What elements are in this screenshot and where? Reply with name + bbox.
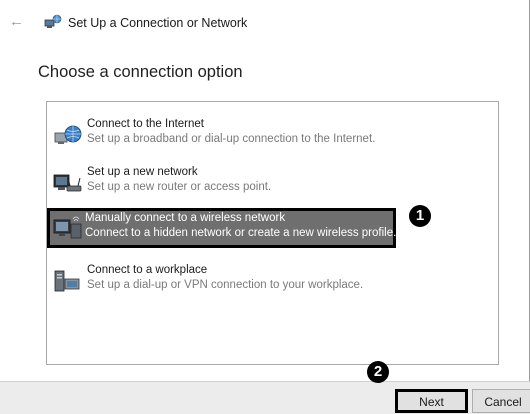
option-title: Manually connect to a wireless network xyxy=(85,212,286,224)
next-button[interactable]: Next xyxy=(395,389,468,413)
wireless-computer-icon xyxy=(53,216,82,239)
option-description: Connect to a hidden network or create a … xyxy=(85,227,397,239)
connection-options-list: Connect to the Internet Set up a broadba… xyxy=(46,101,499,365)
option-description: Set up a new router or access point. xyxy=(87,181,272,193)
option-title: Connect to the Internet xyxy=(87,118,204,130)
option-connect-internet[interactable]: Connect to the Internet Set up a broadba… xyxy=(51,116,403,154)
option-description: Set up a broadband or dial-up connection… xyxy=(87,133,376,145)
option-workplace[interactable]: Connect to a workplace Set up a dial-up … xyxy=(51,262,403,300)
option-title: Connect to a workplace xyxy=(87,264,208,276)
router-icon xyxy=(53,174,82,192)
page-heading: Choose a connection option xyxy=(38,63,243,81)
step-1-badge: 1 xyxy=(409,205,431,227)
option-new-network[interactable]: Set up a new network Set up a new router… xyxy=(51,164,403,202)
window-title: Set Up a Connection or Network xyxy=(68,16,248,30)
option-title: Set up a new network xyxy=(87,166,198,178)
back-arrow-icon[interactable]: ← xyxy=(9,13,24,31)
cancel-button[interactable]: Cancel xyxy=(472,389,530,413)
network-setup-icon xyxy=(44,14,62,28)
option-description: Set up a dial-up or VPN connection to yo… xyxy=(87,279,364,291)
step-2-badge: 2 xyxy=(367,361,389,383)
title-bar: ← Set Up a Connection or Network xyxy=(0,0,530,44)
workplace-icon xyxy=(54,270,80,292)
option-manual-wireless[interactable]: Manually connect to a wireless network C… xyxy=(47,208,396,248)
internet-globe-icon xyxy=(54,125,82,144)
